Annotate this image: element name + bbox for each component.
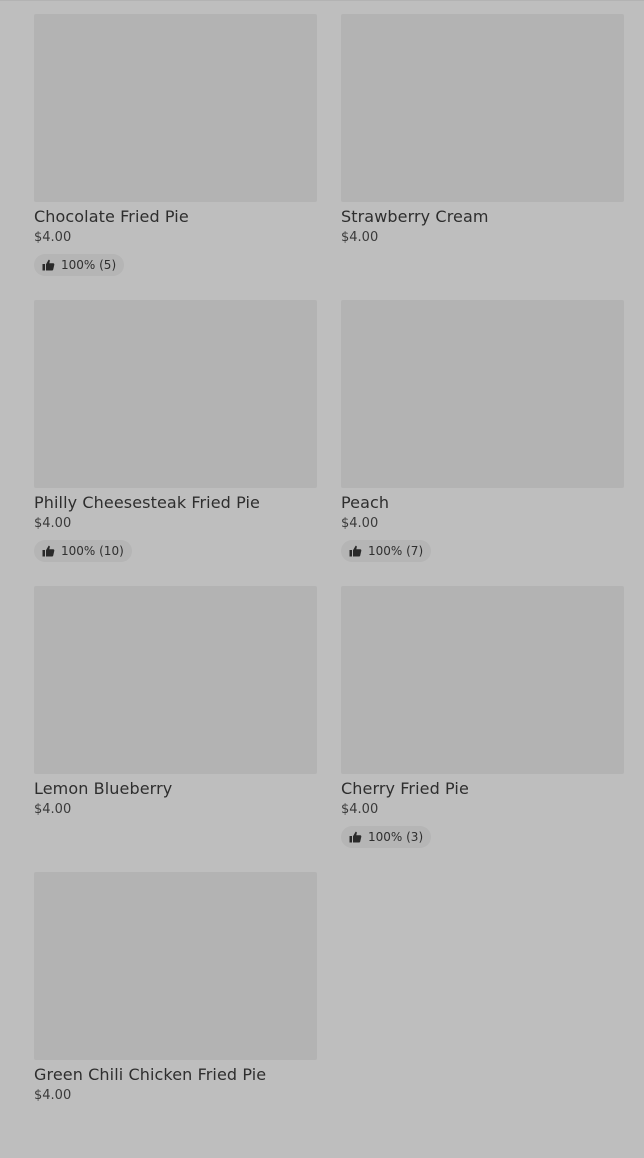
menu-item-price: $4.00 — [341, 516, 379, 531]
thumbs-up-icon — [349, 831, 362, 843]
rating-badge: 100% (3) — [341, 826, 432, 848]
menu-item-card[interactable]: Chocolate Fried Pie $4.00 100% (5) — [34, 14, 317, 300]
menu-item-image[interactable] — [34, 586, 317, 774]
menu-item-image[interactable] — [34, 872, 317, 1060]
rating-text: 100% (7) — [368, 544, 424, 558]
menu-item-price: $4.00 — [341, 802, 379, 817]
menu-item-name: Green Chili Chicken Fried Pie — [34, 1065, 267, 1084]
menu-item-card[interactable]: Peach $4.00 100% (7) — [341, 300, 624, 586]
menu-item-card[interactable]: Green Chili Chicken Fried Pie $4.00 — [34, 872, 317, 1158]
menu-item-price: $4.00 — [34, 230, 72, 245]
menu-item-card[interactable]: Cherry Fried Pie $4.00 100% (3) — [341, 586, 624, 872]
menu-item-price: $4.00 — [34, 1088, 72, 1103]
menu-item-price: $4.00 — [341, 230, 379, 245]
menu-item-name: Chocolate Fried Pie — [34, 207, 189, 226]
rating-text: 100% (10) — [61, 544, 124, 558]
rating-badge: 100% (7) — [341, 540, 432, 562]
menu-item-image[interactable] — [34, 300, 317, 488]
menu-item-price: $4.00 — [34, 802, 72, 817]
menu-item-card[interactable]: Philly Cheesesteak Fried Pie $4.00 100% … — [34, 300, 317, 586]
menu-item-image[interactable] — [341, 14, 624, 202]
menu-item-name: Cherry Fried Pie — [341, 779, 469, 798]
menu-item-price: $4.00 — [34, 516, 72, 531]
menu-item-name: Philly Cheesesteak Fried Pie — [34, 493, 261, 512]
thumbs-up-icon — [349, 545, 362, 557]
rating-text: 100% (5) — [61, 258, 117, 272]
menu-item-name: Lemon Blueberry — [34, 779, 173, 798]
menu-item-image[interactable] — [34, 14, 317, 202]
thumbs-up-icon — [42, 259, 55, 271]
menu-item-grid: Chocolate Fried Pie $4.00 100% (5) Straw… — [34, 14, 624, 1158]
top-divider — [0, 0, 644, 1]
rating-badge: 100% (5) — [34, 254, 125, 276]
menu-item-card[interactable]: Strawberry Cream $4.00 — [341, 14, 624, 300]
rating-text: 100% (3) — [368, 830, 424, 844]
menu-item-image[interactable] — [341, 300, 624, 488]
menu-item-card[interactable]: Lemon Blueberry $4.00 — [34, 586, 317, 872]
rating-badge: 100% (10) — [34, 540, 132, 562]
menu-item-name: Strawberry Cream — [341, 207, 489, 226]
thumbs-up-icon — [42, 545, 55, 557]
menu-item-image[interactable] — [341, 586, 624, 774]
menu-item-name: Peach — [341, 493, 390, 512]
